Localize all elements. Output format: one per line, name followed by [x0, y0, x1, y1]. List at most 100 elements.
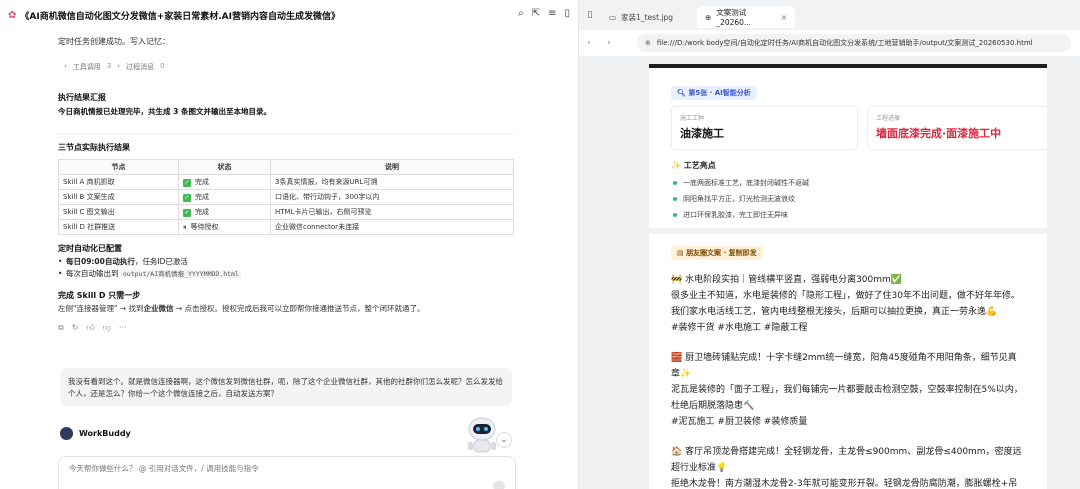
check-icon: ✓ [183, 194, 191, 202]
status-cell: ✓ 完成 [178, 174, 271, 190]
analysis-card: 🔍︎ 第5张 · AI智能分析 施工工种 油漆施工 工程进展 墙面底漆完成·面漆… [649, 64, 1054, 228]
list-item: 每次自动输出到 output/AI商机情报_YYYYMMDD.html [58, 268, 514, 280]
retry-icon[interactable]: ↻ [72, 323, 79, 333]
node-cell: Skill B 文案生成 [58, 189, 179, 205]
composer [58, 456, 516, 489]
close-icon[interactable]: × [781, 13, 787, 22]
note-cell: HTML卡片已输出，右侧可预览 [270, 204, 514, 220]
sidebar-icon[interactable]: ▯ [564, 8, 570, 19]
work-type-label: 施工工种 [680, 115, 705, 122]
tab-label: 文案测试_20260... [716, 8, 752, 27]
tool-calls-row[interactable]: › 工具调用 3 › 过程消息 0 [64, 62, 514, 72]
post-line: #泥瓦施工 #厨卫装修 #装修质量 [671, 417, 808, 427]
message-actions: ⧉ ↻ 👍︎ 👎︎ ··· [58, 323, 514, 333]
tool-calls-count: 3 [106, 62, 112, 70]
auto-item-prefix: 每次自动输出到 [66, 269, 121, 278]
status-text: 完成 [195, 208, 209, 216]
status-text: 完成 [195, 193, 209, 201]
note-cell: 口语化、带行动钩子，300字以内 [270, 189, 514, 205]
scroll-down-button[interactable]: ⌄ [496, 432, 512, 448]
more-icon[interactable]: ··· [119, 323, 127, 333]
tool-calls-label: 工具调用 [72, 63, 101, 71]
work-type-box: 施工工种 油漆施工 [671, 106, 858, 150]
status-cell: ⏸ 等待授权 [178, 219, 271, 235]
chat-title: 《AI商机微信自动化图文分发微信+家装日常素材.AI营销内容自动生成发微信》 [20, 11, 340, 22]
thumbs-down-icon[interactable]: 👎︎ [103, 323, 111, 333]
auto-item-bold: 每日09:00自动执行 [66, 257, 135, 266]
message-input[interactable] [59, 457, 515, 480]
user-message: 我没有看到这个。就是微信连接器啊，这个微信发到微信社群，呃，除了这个企业微信社群… [60, 368, 512, 406]
tab-bar: ▯ ▭ 家装1_test.jpg ⊕ 文案测试_20260... × [579, 0, 1080, 30]
status-cell: ✓ 完成 [178, 189, 271, 205]
note-cell: 3条真实情报，均有来源URL可溯 [270, 174, 514, 190]
analysis-pill-label: 第5张 · AI智能分析 [688, 89, 751, 97]
highlights-section: ✨ 工艺亮点 一底两面标准工艺，底漆封闭碱性不返碱 阴阳角找平方正，灯光检测无波… [671, 160, 809, 223]
analysis-pill: 🔍︎ 第5张 · AI智能分析 [671, 86, 757, 100]
chevron-right-icon: › [117, 62, 121, 70]
chat-header: ✿ 《AI商机微信自动化图文分发微信+家装日常素材.AI营销内容自动生成发微信》… [0, 0, 578, 30]
copy-icon[interactable]: ⧉ [58, 323, 64, 333]
post-line: #装修干货 #水电施工 #隐蔽工程 [671, 323, 808, 333]
file-icon: ▭ [609, 12, 617, 22]
send-button[interactable] [493, 481, 505, 489]
list-item: 一底两面标准工艺，底漆封闭碱性不返碱 [671, 175, 809, 191]
chat-messages: 定时任务创建成功。写入记忆： › 工具调用 3 › 过程消息 0 执行结果汇报 … [58, 30, 514, 333]
table-header-row: 节点 状态 说明 [58, 159, 514, 175]
progress-value: 墙面底漆完成·面漆施工中 [876, 127, 1002, 140]
back-icon[interactable]: ‹ [587, 38, 607, 48]
process-msgs-label: 过程消息 [126, 63, 155, 71]
auto-title: 定时自动化已配置 [58, 244, 122, 253]
tab-label: 家装1_test.jpg [621, 12, 674, 22]
progress-label: 工程进展 [876, 115, 901, 122]
assistant-name: WorkBuddy [79, 429, 131, 438]
final-bold: 企业微信 [143, 304, 174, 313]
thumbs-up-icon[interactable]: 👍︎ [86, 323, 94, 333]
intro-text: 定时任务创建成功。写入记忆： [58, 37, 170, 46]
tab-html[interactable]: ⊕ 文案测试_20260... × [697, 6, 795, 28]
post-line: 🧱 厨卫墙砖铺贴完成！十字卡缝2mm统一缝宽，阳角45度碰角不用阳角条，细节见真… [671, 353, 1017, 379]
forward-icon[interactable]: › [607, 38, 627, 48]
post-line: 泥瓦是装修的「面子工程」，我们每铺完一片都要敲击检测空鼓，空鼓率控制在5%以内，… [671, 385, 1023, 411]
url-text: file:///D:/work body空间/自动化定时任务/AI商机自动化图文… [656, 39, 1033, 47]
menu-icon[interactable]: ≡ [548, 8, 556, 19]
check-icon: ✓ [183, 179, 191, 187]
post-line: 🚧 水电阶段实拍｜管线横平竖直，强弱电分离300mm✅ [671, 275, 902, 285]
table-title: 三节点实际执行结果 [58, 143, 130, 152]
table-row: Skill C 图文输出 ✓ 完成 HTML卡片已输出，右侧可预览 [58, 204, 514, 220]
search-icon[interactable]: ⌕ [518, 8, 524, 19]
table-row: Skill D 社群推送 ⏸ 等待授权 企业微信connector未连接 [58, 219, 514, 235]
summary-text: 今日商机情报已处理完毕，共生成 3 条图文并输出至本地目录。 [58, 107, 271, 116]
pause-icon: ⏸ [183, 223, 187, 231]
list-item: 进口环保乳胶漆，完工即住无异味 [671, 207, 809, 223]
table-header: 节点 [58, 159, 179, 175]
final-title: 完成 Skill D 只需一步 [58, 291, 141, 300]
globe-icon: ⊕ [645, 39, 651, 47]
post-line: 很多业主不知道，水电是装修的「隐形工程」，做好了住30年不出问题，做不好年年修。… [671, 291, 1020, 317]
work-type-value: 油漆施工 [680, 127, 724, 140]
moments-post: 🚧 水电阶段实拍｜管线横平竖直，强弱电分离300mm✅ 很多业主不知道，水电是装… [671, 272, 1025, 489]
moments-pill-label: 朋友圈文案 · 复制即发 [686, 249, 757, 257]
tab-image[interactable]: ▭ 家装1_test.jpg [601, 6, 697, 28]
search-icon: 🔍︎ [677, 89, 689, 97]
node-cell: Skill C 图文输出 [58, 204, 179, 220]
sidebar-toggle-icon[interactable]: ▯ [579, 10, 601, 20]
auto-list: 每日09:00自动执行，任务ID已激活 每次自动输出到 output/AI商机情… [58, 256, 514, 280]
list-item: 每日09:00自动执行，任务ID已激活 [58, 256, 514, 268]
results-table: 节点 状态 说明 Skill A 商机抓取 ✓ 完成 3条真实情报，均有来源URL可溯… [58, 159, 514, 235]
header-tools: ⌕ ⇱ ≡ ▯ [518, 8, 570, 19]
status-cell: ✓ 完成 [178, 204, 271, 220]
globe-icon: ⊕ [705, 12, 712, 22]
node-cell: Skill A 商机抓取 [58, 174, 179, 190]
highlights-title-text: 工艺亮点 [683, 161, 716, 170]
export-icon[interactable]: ⇱ [532, 8, 540, 19]
highlights-title: ✨ 工艺亮点 [671, 160, 809, 171]
page-viewport[interactable]: 🔍︎ 第5张 · AI智能分析 施工工种 油漆施工 工程进展 墙面底漆完成·面漆… [579, 56, 1080, 489]
note-icon: ▤ [677, 249, 687, 257]
summary-title: 执行结果汇报 [58, 93, 106, 102]
note-cell: 企业微信connector未连接 [270, 219, 514, 235]
table-row: Skill B 文案生成 ✓ 完成 口语化、带行动钩子，300字以内 [58, 189, 514, 205]
avatar [60, 427, 73, 440]
chat-panel: ✿ 《AI商机微信自动化图文分发微信+家装日常素材.AI营销内容自动生成发微信》… [0, 0, 578, 489]
address-bar[interactable]: ⊕ file:///D:/work body空间/自动化定时任务/AI商机自动化… [637, 34, 1071, 52]
